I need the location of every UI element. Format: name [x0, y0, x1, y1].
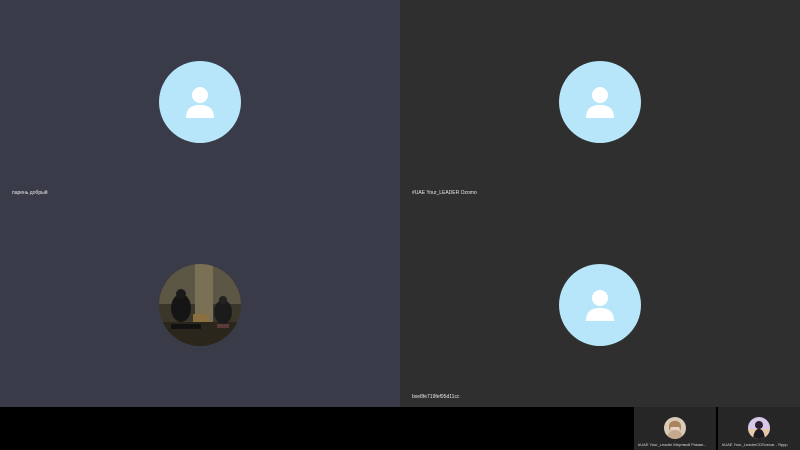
video-call-stage: парень добрый #UAE Your_LEADER Ozomo bxe… — [0, 0, 800, 450]
participant-tile[interactable] — [0, 204, 400, 407]
thumbnail-tile[interactable]: #UAE Your_LeaderCDSvecar - Яррр — [718, 407, 800, 450]
thumbnail-avatar — [664, 417, 686, 439]
participant-tile[interactable]: bxe8fe719fef95d11cc — [400, 204, 800, 407]
participant-name: парень добрый — [12, 190, 48, 196]
avatar — [159, 61, 241, 143]
participant-tile[interactable]: парень добрый — [0, 0, 400, 204]
thumbnail-name: #UAE Your_LeaderCDSvecar - Яррр — [722, 442, 788, 447]
person-icon — [586, 87, 614, 118]
participant-tile[interactable]: #UAE Your_LEADER Ozomo — [400, 0, 800, 204]
thumbnail-avatar — [748, 417, 770, 439]
participant-name: bxe8fe719fef95d11cc — [412, 394, 460, 400]
thumbnail-name: #UAE Your_Leader Мертвый Роман... — [638, 442, 707, 447]
person-icon — [586, 290, 614, 321]
avatar — [559, 264, 641, 346]
person-icon — [186, 87, 214, 118]
thumbnail-tile[interactable]: #UAE Your_Leader Мертвый Роман... — [634, 407, 716, 450]
photo-icon — [159, 264, 241, 346]
photo-icon — [664, 417, 686, 439]
participant-name: #UAE Your_LEADER Ozomo — [412, 190, 477, 196]
photo-avatar — [159, 264, 241, 346]
avatar — [559, 61, 641, 143]
photo-icon — [748, 417, 770, 439]
